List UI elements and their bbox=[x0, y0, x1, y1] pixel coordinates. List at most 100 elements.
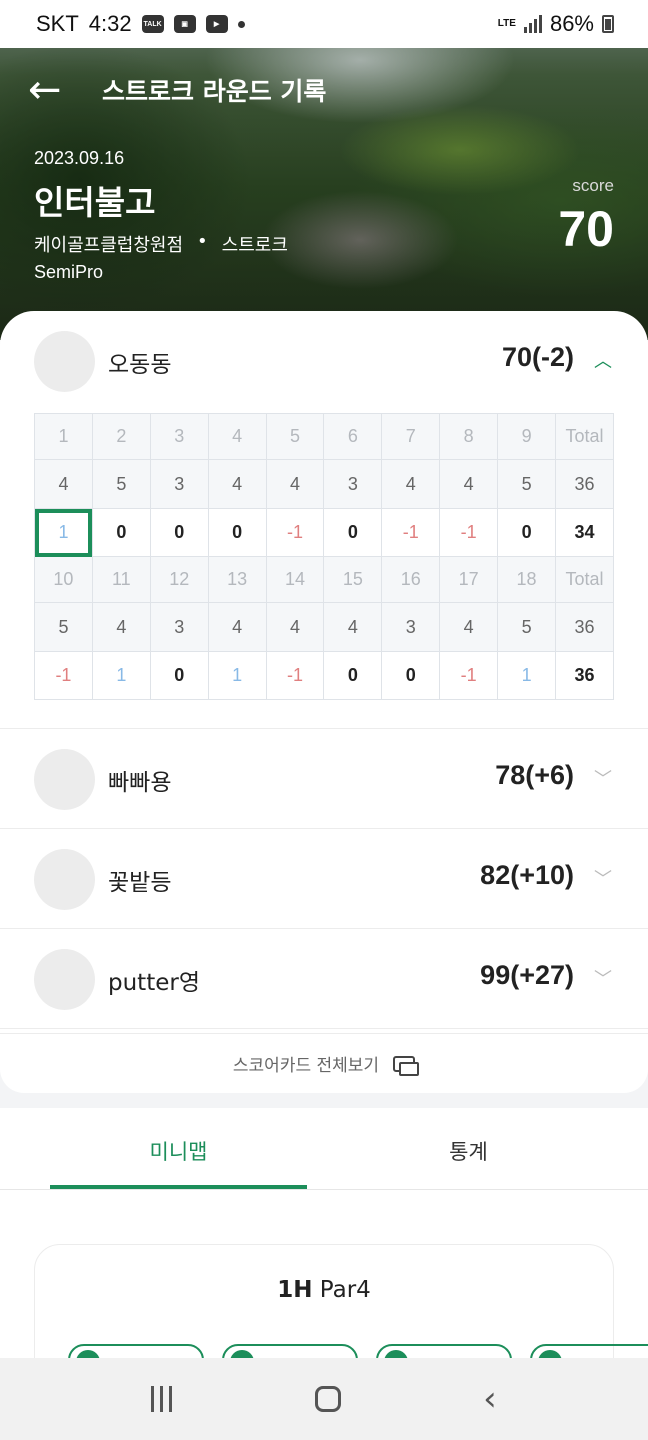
score-cell[interactable]: 1 bbox=[497, 651, 557, 700]
hole-cell: 4 bbox=[207, 413, 267, 460]
par-total-cell: 36 bbox=[555, 459, 614, 509]
player-row[interactable]: 빠빠용 78(+6) ﹀ bbox=[0, 729, 648, 829]
par-row: 5 4 3 4 4 4 3 4 5 36 bbox=[34, 602, 614, 652]
hole-cell: 5 bbox=[265, 413, 325, 460]
home-icon[interactable] bbox=[314, 1386, 341, 1412]
par-cell: 3 bbox=[149, 602, 209, 652]
player-score: 99(+27) bbox=[480, 960, 574, 990]
hole-cell: 13 bbox=[207, 556, 267, 603]
tab-statistics[interactable]: 통계 bbox=[340, 1136, 597, 1166]
chevron-down-icon[interactable]: ﹀ bbox=[592, 965, 614, 990]
round-info: 케이골프클럽창원점 • 스트로크 bbox=[34, 231, 288, 257]
hole-cell: 9 bbox=[497, 413, 557, 460]
player-row-expanded[interactable]: 오동동 70(-2) ︿ 1 2 3 4 5 6 7 8 9 Total 4 5… bbox=[0, 311, 648, 729]
player-score: 70(-2) bbox=[501, 342, 574, 372]
score-cell[interactable]: 0 bbox=[207, 508, 267, 557]
hole-cell: 12 bbox=[149, 556, 209, 603]
chevron-up-icon[interactable]: ︿ bbox=[592, 347, 614, 372]
hole-cell: 15 bbox=[323, 556, 383, 603]
player-name: putter영 bbox=[108, 970, 200, 996]
venue-name: 케이골프클럽창원점 bbox=[34, 235, 184, 256]
system-navigation-bar: ‹ bbox=[0, 1358, 648, 1440]
hole-cell: 16 bbox=[381, 556, 441, 603]
par-cell: 4 bbox=[381, 459, 441, 509]
hole-number-row: 1 2 3 4 5 6 7 8 9 Total bbox=[34, 413, 614, 460]
hole-cell: 6 bbox=[323, 413, 383, 460]
hole-number-row: 10 11 12 13 14 15 16 17 18 Total bbox=[34, 556, 614, 603]
par-cell: 4 bbox=[34, 459, 93, 509]
score-cell[interactable]: 1 bbox=[207, 651, 267, 700]
scorecard-table: 1 2 3 4 5 6 7 8 9 Total 4 5 3 4 4 3 4 4 … bbox=[34, 413, 614, 700]
score-row: 1 0 0 0 -1 0 -1 -1 0 34 bbox=[34, 508, 614, 557]
app-bar: ← 스트로크 라운드 기록 bbox=[28, 70, 326, 110]
par-cell: 3 bbox=[381, 602, 441, 652]
hole-cell: 14 bbox=[265, 556, 325, 603]
score-cell[interactable]: 0 bbox=[381, 651, 441, 700]
signal-icon bbox=[523, 15, 542, 33]
par-cell: 5 bbox=[91, 459, 151, 509]
score-cell[interactable]: 0 bbox=[497, 508, 557, 557]
back-icon[interactable]: ‹ bbox=[483, 1379, 497, 1419]
minimap-section bbox=[0, 1190, 648, 1440]
par-cell: 4 bbox=[207, 459, 267, 509]
lte-icon: LTE bbox=[497, 18, 516, 29]
hole-cell: 17 bbox=[439, 556, 499, 603]
score-total-cell: 36 bbox=[555, 651, 614, 700]
recents-icon[interactable] bbox=[151, 1386, 173, 1412]
par-cell: 4 bbox=[439, 602, 499, 652]
score-cell[interactable]: 0 bbox=[149, 508, 209, 557]
player-row[interactable]: 꽃밭등 82(+10) ﹀ bbox=[0, 829, 648, 929]
status-bar: SKT 4:32 TALK ▣ ▶ LTE 86% bbox=[0, 0, 648, 48]
par-cell: 5 bbox=[497, 459, 557, 509]
par-cell: 3 bbox=[149, 459, 209, 509]
chevron-down-icon[interactable]: ﹀ bbox=[592, 865, 614, 890]
hole-cell: 1 bbox=[34, 413, 93, 460]
hole-cell: 8 bbox=[439, 413, 499, 460]
score-cell[interactable]: -1 bbox=[439, 651, 499, 700]
avatar bbox=[34, 949, 95, 1010]
avatar bbox=[34, 749, 95, 810]
score-cell[interactable]: 0 bbox=[323, 508, 383, 557]
chevron-down-icon[interactable]: ﹀ bbox=[592, 765, 614, 790]
score-cell[interactable]: -1 bbox=[265, 651, 325, 700]
view-full-scorecard-button[interactable]: 스코어카드 전체보기 bbox=[0, 1033, 648, 1093]
score-cell[interactable]: 0 bbox=[323, 651, 383, 700]
score-total-cell: 34 bbox=[555, 508, 614, 557]
course-hero-banner: ← 스트로크 라운드 기록 2023.09.16 인터불고 케이골프클럽창원점 … bbox=[0, 0, 648, 340]
score-cell[interactable]: 0 bbox=[149, 651, 209, 700]
hole-cell: 11 bbox=[91, 556, 151, 603]
scorecard-icon bbox=[393, 1055, 420, 1076]
hole-cell: 10 bbox=[34, 556, 93, 603]
player-name: 오동동 bbox=[108, 352, 172, 378]
score-cell[interactable]: -1 bbox=[439, 508, 499, 557]
gallery-icon: ▣ bbox=[173, 15, 196, 33]
hole-cell: 7 bbox=[381, 413, 441, 460]
par-cell: 4 bbox=[207, 602, 267, 652]
back-arrow-icon[interactable]: ← bbox=[28, 70, 74, 110]
round-date: 2023.09.16 bbox=[34, 148, 125, 168]
par-cell: 4 bbox=[265, 602, 325, 652]
score-cell[interactable]: -1 bbox=[381, 508, 441, 557]
players-scorecard-card: 오동동 70(-2) ︿ 1 2 3 4 5 6 7 8 9 Total 4 5… bbox=[0, 311, 648, 1093]
hole-cell: 3 bbox=[149, 413, 209, 460]
par-cell: 4 bbox=[265, 459, 325, 509]
carrier-label: SKT bbox=[36, 11, 79, 36]
score-cell[interactable]: -1 bbox=[265, 508, 325, 557]
view-full-scorecard-label: 스코어카드 전체보기 bbox=[232, 1056, 380, 1076]
par-cell: 5 bbox=[497, 602, 557, 652]
score-cell[interactable]: -1 bbox=[34, 651, 93, 700]
hole-cell: 2 bbox=[91, 413, 151, 460]
player-row[interactable]: putter영 99(+27) ﹀ bbox=[0, 929, 648, 1029]
score-row: -1 1 0 1 -1 0 0 -1 1 36 bbox=[34, 651, 614, 700]
score-cell-selected[interactable]: 1 bbox=[34, 508, 93, 557]
score-cell[interactable]: 0 bbox=[91, 508, 151, 557]
player-name: 빠빠용 bbox=[108, 770, 172, 796]
avatar bbox=[34, 331, 95, 392]
tab-minimap[interactable]: 미니맵 bbox=[50, 1136, 307, 1166]
hole-par-title: 1H Par4 bbox=[0, 1277, 648, 1303]
score-cell[interactable]: 1 bbox=[91, 651, 151, 700]
par-cell: 4 bbox=[439, 459, 499, 509]
total-header-cell: Total bbox=[555, 556, 614, 603]
par-cell: 4 bbox=[323, 602, 383, 652]
kakaotalk-icon: TALK bbox=[141, 15, 164, 33]
